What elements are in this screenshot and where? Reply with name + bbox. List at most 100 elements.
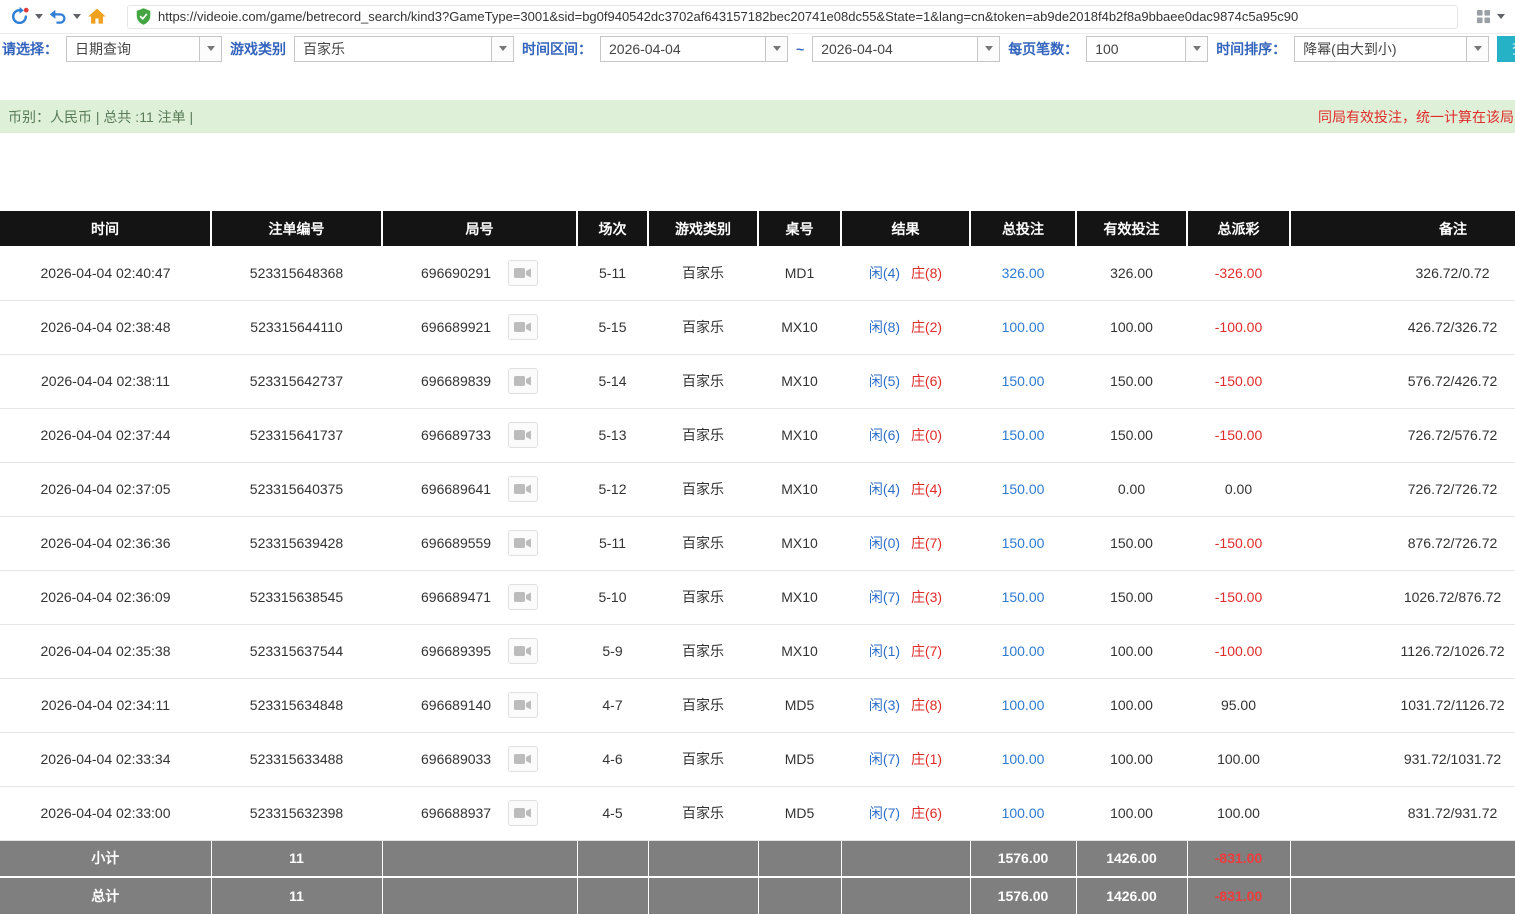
video-replay-button[interactable]: [507, 422, 538, 448]
video-replay-button[interactable]: [507, 746, 538, 772]
cell-payout: -150.00: [1187, 516, 1290, 571]
cell-total-bet-link[interactable]: 150.00: [970, 462, 1076, 517]
player-result: 闲(4): [868, 264, 901, 281]
player-result: 闲(7): [868, 589, 901, 605]
toolbar-more-caret-icon[interactable]: [1497, 14, 1505, 19]
game-type-select[interactable]: 百家乐: [294, 35, 514, 62]
search-button[interactable]: 查询: [1497, 36, 1515, 62]
cell-time: 2026-04-04 02:36:09: [0, 570, 211, 625]
total-valid-bet: 1426.00: [1076, 877, 1188, 914]
column-header-10: 总派彩: [1187, 211, 1291, 246]
cell-remark: 1026.72/876.72: [1290, 570, 1515, 625]
back-button[interactable]: [49, 8, 67, 26]
cell-session: 5-11: [577, 516, 648, 571]
cell-bet-id: 523315642737: [211, 354, 382, 409]
cell-time: 2026-04-04 02:34:11: [0, 678, 211, 733]
reload-menu-caret-icon[interactable]: [35, 14, 43, 19]
chevron-down-icon[interactable]: [199, 36, 221, 61]
sort-label: 时间排序：: [1216, 40, 1287, 57]
summary-bar: 币别：人民币 | 总共 :11 注单 | 同局有效投注，统一计算在该局: [0, 100, 1515, 133]
chevron-down-icon[interactable]: [491, 36, 513, 61]
cell-total-bet-link[interactable]: 100.00: [970, 624, 1076, 679]
video-replay-icon: [513, 322, 531, 332]
chevron-down-icon[interactable]: [977, 36, 1000, 61]
secure-shield-icon: [136, 8, 151, 25]
video-replay-button[interactable]: [507, 692, 538, 718]
cell-payout: -150.00: [1187, 354, 1290, 409]
cell-bet-id: 523315632398: [211, 786, 382, 841]
cell-result: 闲(4) 庄(4): [841, 462, 970, 517]
video-replay-button[interactable]: [507, 530, 538, 556]
cell-total-bet-link[interactable]: 100.00: [970, 786, 1076, 841]
cell-bet-id: 523315638545: [211, 570, 382, 625]
back-menu-caret-icon[interactable]: [73, 14, 81, 19]
video-replay-button[interactable]: [507, 638, 538, 664]
cell-total-bet-link[interactable]: 150.00: [970, 354, 1076, 409]
reload-icon: [11, 7, 29, 25]
game-type-label: 游戏类别: [230, 40, 286, 57]
reload-button[interactable]: [10, 7, 29, 26]
subtotal-row: 小计 11 1576.00 1426.00 -831.00: [0, 840, 1515, 878]
date-mode-select[interactable]: 日期查询: [66, 35, 222, 62]
banker-result: 庄(7): [910, 535, 943, 551]
chevron-down-icon[interactable]: [1466, 36, 1489, 61]
home-button[interactable]: [87, 7, 107, 26]
table-row: 2026-04-04 02:37:44 523315641737 6966897…: [0, 408, 1515, 463]
cell-time: 2026-04-04 02:37:05: [0, 462, 211, 517]
date-from-input[interactable]: 2026-04-04: [600, 35, 788, 62]
cell-remark: 1031.72/1126.72: [1290, 678, 1515, 733]
table-header-row: 时间 注单编号 局号 场次 游戏类别 桌号 结果 总投注 有效投注 总派彩 备注: [0, 211, 1515, 246]
cell-session: 4-6: [577, 732, 648, 787]
select-label: 请选择：: [2, 40, 58, 57]
video-replay-button[interactable]: [507, 368, 538, 394]
chevron-down-icon[interactable]: [765, 36, 787, 61]
video-replay-button[interactable]: [507, 314, 538, 340]
cell-valid-bet: 100.00: [1076, 786, 1187, 841]
home-icon: [88, 8, 106, 24]
cell-total-bet-link[interactable]: 100.00: [970, 300, 1076, 355]
page-size-select[interactable]: 100: [1086, 35, 1209, 62]
cell-remark: 726.72/726.72: [1290, 462, 1515, 517]
round-number: 696690291: [421, 264, 492, 281]
cell-game-type: 百家乐: [648, 300, 758, 355]
sort-select[interactable]: 降幂(由大到小): [1294, 35, 1490, 62]
cell-valid-bet: 0.00: [1076, 462, 1187, 517]
cell-result: 闲(6) 庄(0): [841, 408, 970, 463]
cell-total-bet-link[interactable]: 150.00: [970, 408, 1076, 463]
subtotal-count: 11: [211, 840, 383, 878]
address-bar[interactable]: https://videoie.com/game/betrecord_searc…: [127, 4, 1458, 29]
cell-time: 2026-04-04 02:38:48: [0, 300, 211, 355]
video-replay-button[interactable]: [507, 476, 538, 502]
cell-total-bet-link[interactable]: 326.00: [970, 246, 1076, 301]
video-replay-icon: [513, 430, 531, 440]
video-replay-button[interactable]: [507, 259, 538, 286]
cell-total-bet-link[interactable]: 100.00: [970, 678, 1076, 733]
footer-empty-cell: [841, 840, 971, 878]
round-number: 696688937: [421, 805, 492, 821]
video-replay-button[interactable]: [507, 800, 538, 826]
date-to-input[interactable]: 2026-04-04: [812, 35, 1001, 62]
cell-session: 4-5: [577, 786, 648, 841]
video-replay-button[interactable]: [507, 584, 538, 610]
cell-total-bet-link[interactable]: 150.00: [970, 570, 1076, 625]
footer-empty-cell: [382, 877, 578, 914]
footer-empty-cell: [648, 840, 759, 878]
round-number: 696689140: [421, 697, 492, 713]
cell-payout: 95.00: [1187, 678, 1290, 733]
cell-payout: 100.00: [1187, 732, 1290, 787]
cell-time: 2026-04-04 02:33:34: [0, 732, 211, 787]
player-result: 闲(6): [868, 427, 901, 443]
cell-valid-bet: 100.00: [1076, 732, 1187, 787]
round-number: 696689641: [421, 481, 492, 497]
chevron-down-icon[interactable]: [1185, 36, 1208, 61]
cell-payout: -100.00: [1187, 624, 1290, 679]
cell-table-no: MD5: [758, 732, 841, 787]
video-replay-icon: [513, 538, 531, 548]
column-header-6: 桌号: [758, 211, 842, 246]
apps-grid-button[interactable]: [1476, 9, 1491, 24]
date-mode-value: 日期查询: [75, 40, 131, 57]
cell-total-bet-link[interactable]: 100.00: [970, 732, 1076, 787]
cell-result: 闲(7) 庄(3): [841, 570, 970, 625]
cell-total-bet-link[interactable]: 150.00: [970, 516, 1076, 571]
round-number: 696689395: [421, 643, 492, 659]
